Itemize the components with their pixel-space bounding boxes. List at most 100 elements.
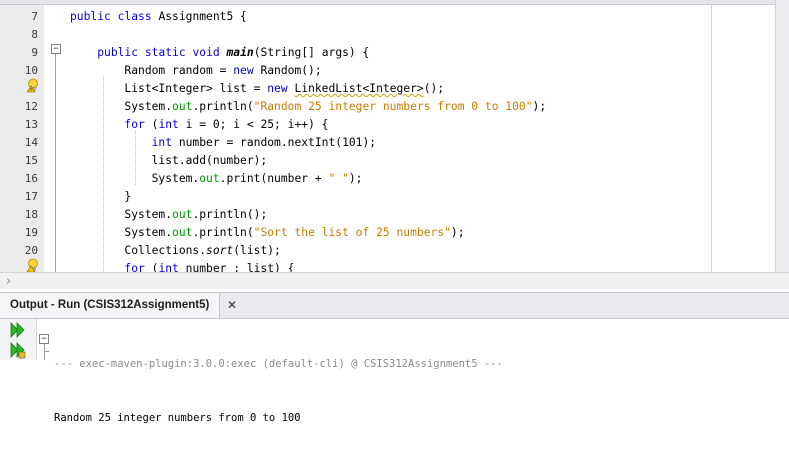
code-text: public static void main(String[] args) { <box>70 44 369 62</box>
code-token: i = 0; i < 25; i++) { <box>178 118 329 131</box>
code-text: } <box>70 188 131 206</box>
line-number: 10 <box>24 64 38 77</box>
code-token: System. <box>70 208 173 221</box>
code-token: out <box>172 100 193 113</box>
code-text: System.out.println("Random 25 integer nu… <box>70 98 546 116</box>
code-line[interactable]: 8 <box>0 26 775 44</box>
code-text: System.out.print(number + " "); <box>70 170 363 188</box>
code-line[interactable]: 12 System.out.println("Random 25 integer… <box>0 98 775 116</box>
code-token: out <box>172 226 193 239</box>
line-number: 12 <box>24 100 38 113</box>
code-token: list.add(number); <box>70 154 268 167</box>
code-line[interactable]: 7 public class Assignment5 { <box>0 8 775 26</box>
code-token: for <box>124 118 145 131</box>
code-token: out <box>199 172 220 185</box>
code-token: .print(number + <box>219 172 329 185</box>
code-token: Random(); <box>253 64 322 77</box>
code-line[interactable]: 18 System.out.println(); <box>0 206 775 224</box>
code-token: int <box>158 118 179 131</box>
code-token: List<Integer> list = <box>70 82 268 95</box>
rerun-with-options-icon[interactable] <box>8 341 28 359</box>
code-text: System.out.println(); <box>70 206 267 224</box>
code-token: System. <box>70 100 173 113</box>
code-token: out <box>172 208 193 221</box>
line-number: 13 <box>24 118 38 131</box>
output-panel: Output - Run (CSIS312Assignment5) ✕ − --… <box>0 292 789 424</box>
code-token: for <box>124 262 145 272</box>
code-token: new <box>267 82 288 95</box>
code-token: int <box>151 136 173 149</box>
code-line[interactable]: 16 System.out.print(number + " "); <box>0 170 775 188</box>
code-token: ); <box>532 100 547 113</box>
code-text: public class Assignment5 { <box>70 8 247 26</box>
line-number: 9 <box>31 46 38 59</box>
code-line[interactable]: 15 list.add(number); <box>0 152 775 170</box>
line-number: 16 <box>24 172 38 185</box>
rerun-icon[interactable] <box>8 321 28 339</box>
code-token: ( <box>144 262 159 272</box>
chevron-right-icon[interactable]: › <box>6 274 11 289</box>
code-line[interactable]: 10 Random random = new Random(); <box>0 62 775 80</box>
code-token: int <box>158 262 179 272</box>
code-token: number : list) { <box>178 262 295 272</box>
line-number: 17 <box>24 190 38 203</box>
close-icon[interactable]: ✕ <box>224 297 240 313</box>
code-token: Assignment5 { <box>151 10 247 23</box>
code-token: void <box>192 46 220 59</box>
code-token: .println( <box>192 100 254 113</box>
code-line[interactable]: 17 } <box>0 188 775 206</box>
output-line: --- exec-maven-plugin:3.0.0:exec (defaul… <box>54 358 503 370</box>
code-text: int number = random.nextInt(101); <box>70 134 376 152</box>
code-token: class <box>117 10 152 23</box>
line-number: 14 <box>24 136 38 149</box>
code-token: System. <box>70 226 173 239</box>
line-number: 20 <box>24 244 38 257</box>
output-toolbar <box>0 319 37 360</box>
code-token: sort <box>206 244 234 257</box>
code-text: list.add(number); <box>70 152 268 170</box>
editor-horizontal-scrollbar[interactable]: › <box>0 272 789 289</box>
code-line[interactable]: 14 int number = random.nextInt(101); <box>0 134 775 152</box>
code-line[interactable]: 20 Collections.sort(list); <box>0 242 775 260</box>
code-token: public <box>70 10 111 23</box>
line-number: 7 <box>31 10 38 23</box>
code-token: public <box>97 46 139 59</box>
editor-top-border <box>0 0 775 5</box>
code-token: Random random = <box>70 64 234 77</box>
code-token: (list); <box>233 244 281 257</box>
code-token: new <box>233 64 254 77</box>
line-number: 8 <box>31 28 38 41</box>
code-text: for (int number : list) { <box>70 260 294 272</box>
code-token: main <box>226 46 254 59</box>
code-text: for (int i = 0; i < 25; i++) { <box>70 116 328 134</box>
code-text: List<Integer> list = new LinkedList<Inte… <box>70 80 444 98</box>
output-tab-label: Output - Run (CSIS312Assignment5) <box>10 299 210 311</box>
output-fold-tick <box>44 351 49 352</box>
code-token: Collections. <box>70 244 207 257</box>
code-token: .println(); <box>192 208 268 221</box>
code-token: ); <box>348 172 363 185</box>
code-token: ( <box>144 118 159 131</box>
output-tab[interactable]: Output - Run (CSIS312Assignment5) <box>0 293 221 318</box>
code-editor[interactable]: − 7 public class Assignment5 {8 9 public s… <box>0 0 775 272</box>
output-console[interactable]: --- exec-maven-plugin:3.0.0:exec (defaul… <box>54 319 503 463</box>
code-line[interactable]: 9 public static void main(String[] args)… <box>0 44 775 62</box>
code-line[interactable]: 13 for (int i = 0; i < 25; i++) { <box>0 116 775 134</box>
line-number: 18 <box>24 208 38 221</box>
line-number: 19 <box>24 226 38 239</box>
code-line[interactable]: List<Integer> list = new LinkedList<Inte… <box>0 80 775 98</box>
code-token: "Sort the list of 25 numbers" <box>253 226 451 239</box>
code-token: (); <box>423 82 445 95</box>
code-line[interactable]: for (int number : list) { <box>0 260 775 272</box>
code-text: Collections.sort(list); <box>70 242 281 260</box>
code-token: " " <box>328 172 349 185</box>
code-token: System. <box>70 172 200 185</box>
code-line[interactable]: 19 System.out.println("Sort the list of … <box>0 224 775 242</box>
output-line: Random 25 integer numbers from 0 to 100 <box>54 412 301 424</box>
line-number: 15 <box>24 154 38 167</box>
